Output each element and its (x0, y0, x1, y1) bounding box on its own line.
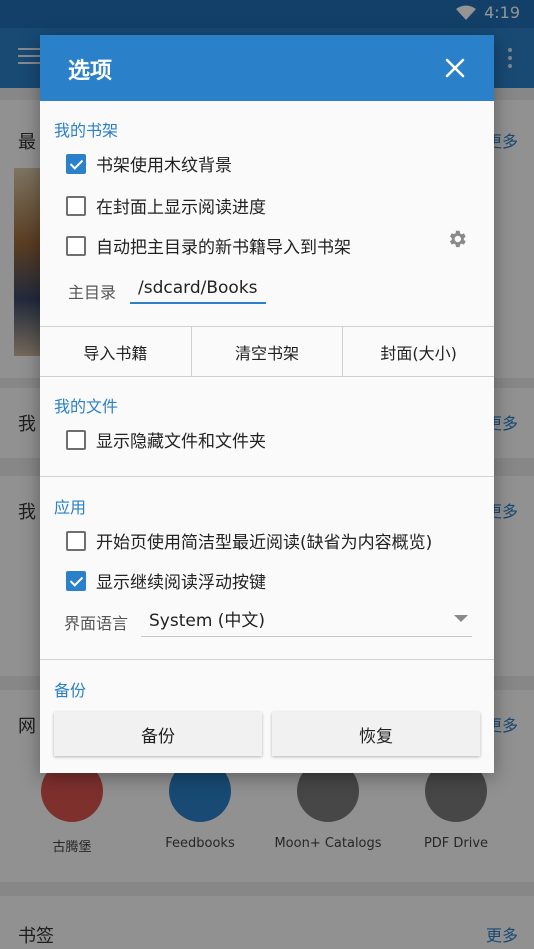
language-select[interactable]: System (中文) (141, 601, 472, 637)
option-label: 书架使用木纹背景 (96, 156, 232, 176)
option-label: 在封面上显示阅读进度 (96, 198, 266, 218)
section-label-app: 应用 (54, 498, 87, 517)
option-simple-recent[interactable]: 开始页使用简洁型最近阅读(缺省为内容概览) (66, 528, 432, 553)
checkbox[interactable] (66, 153, 86, 174)
dropdown-caret-icon (454, 615, 468, 622)
section-divider (40, 476, 494, 477)
home-dir-input[interactable] (130, 274, 266, 304)
gear-icon[interactable] (446, 228, 468, 250)
option-label: 自动把主目录的新书籍导入到书架 (96, 238, 351, 258)
option-label: 开始页使用简洁型最近阅读(缺省为内容概览) (96, 533, 433, 553)
section-label-bookshelf: 我的书架 (54, 121, 119, 140)
option-show-hidden[interactable]: 显示隐藏文件和文件夹 (66, 427, 266, 452)
option-show-progress[interactable]: 在封面上显示阅读进度 (66, 193, 266, 218)
dialog-title: 选项 (68, 59, 113, 84)
language-label: 界面语言 (64, 614, 129, 633)
checkbox[interactable] (66, 530, 86, 551)
option-label: 显示继续阅读浮动按键 (96, 573, 266, 593)
home-dir-label: 主目录 (68, 283, 117, 302)
restore-button[interactable]: 恢复 (272, 712, 480, 756)
checkbox[interactable] (66, 429, 86, 450)
backup-button[interactable]: 备份 (54, 712, 262, 756)
checkbox[interactable] (66, 570, 86, 591)
section-label-files: 我的文件 (54, 397, 119, 416)
options-dialog: 选项 我的书架 书架使用木纹背景 在封面上显示阅读进度 自动把主目录的新书籍导入… (40, 35, 494, 773)
import-books-button[interactable]: 导入书籍 (40, 327, 192, 376)
section-divider (40, 659, 494, 660)
dialog-header: 选项 (40, 35, 494, 101)
language-value: System (中文) (149, 611, 266, 631)
cover-size-button[interactable]: 封面(大小) (343, 327, 494, 376)
option-wood-background[interactable]: 书架使用木纹背景 (66, 151, 232, 176)
clear-shelf-button[interactable]: 清空书架 (192, 327, 344, 376)
option-floating-button[interactable]: 显示继续阅读浮动按键 (66, 568, 266, 593)
checkbox[interactable] (66, 195, 86, 216)
checkbox[interactable] (66, 235, 86, 256)
section-label-backup: 备份 (54, 681, 87, 700)
close-icon[interactable] (440, 53, 470, 83)
bookshelf-actions: 导入书籍 清空书架 封面(大小) (40, 326, 494, 377)
option-auto-import[interactable]: 自动把主目录的新书籍导入到书架 (66, 233, 351, 258)
option-label: 显示隐藏文件和文件夹 (96, 432, 266, 452)
